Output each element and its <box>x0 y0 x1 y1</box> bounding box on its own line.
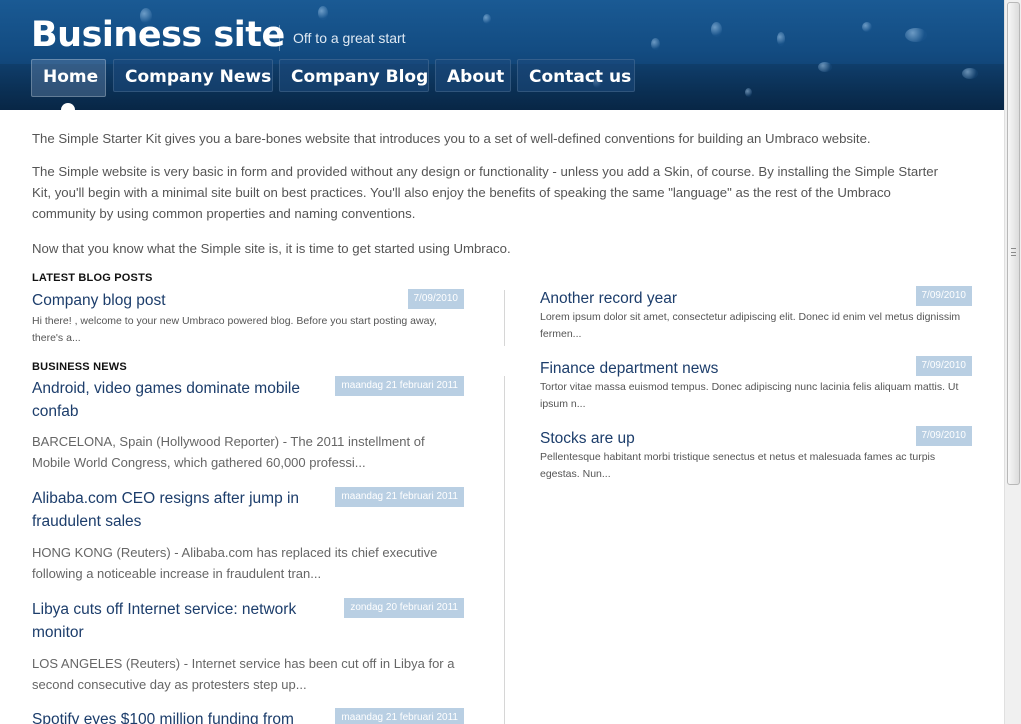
raindrop-decoration <box>862 22 872 32</box>
news-item-date-badge: zondag 20 februari 2011 <box>344 598 464 618</box>
company-news-title[interactable]: Stocks are up <box>540 427 880 450</box>
raindrop-decoration <box>905 28 927 42</box>
company-news-excerpt: Lorem ipsum dolor sit amet, consectetur … <box>540 311 961 340</box>
news-item-date-badge: maandag 21 februari 2011 <box>335 487 464 507</box>
scrollbar-thumb[interactable] <box>1007 2 1020 485</box>
nav-item-company-blog[interactable]: Company Blog <box>279 59 429 92</box>
raindrop-decoration <box>483 14 491 24</box>
browser-viewport: Business site Off to a great start Home … <box>0 0 1004 724</box>
news-item-excerpt: HONG KONG (Reuters) - Alibaba.com has re… <box>32 545 438 581</box>
site-title[interactable]: Business site <box>31 10 285 60</box>
column-divider <box>504 376 505 724</box>
company-news-excerpt: Pellentesque habitant morbi tristique se… <box>540 451 936 480</box>
active-nav-indicator <box>61 103 75 117</box>
title-divider <box>279 25 280 51</box>
news-item-title[interactable]: Libya cuts off Internet service: network… <box>32 598 322 644</box>
news-item-title[interactable]: Spotify eyes $100 million funding from <box>32 708 322 724</box>
latest-blog-heading: LATEST BLOG POSTS <box>32 272 153 284</box>
news-item-excerpt: LOS ANGELES (Reuters) - Internet service… <box>32 656 455 692</box>
raindrop-decoration <box>651 38 660 50</box>
scrollbar-grip-icon <box>1011 248 1016 256</box>
vertical-scrollbar[interactable] <box>1004 0 1021 724</box>
blog-post-title[interactable]: Company blog post <box>32 289 332 312</box>
nav-item-about[interactable]: About <box>435 59 511 92</box>
raindrop-decoration <box>318 6 328 20</box>
raindrop-decoration <box>818 62 832 72</box>
news-item-date-badge: maandag 21 februari 2011 <box>335 708 464 724</box>
intro-paragraph: The Simple website is very basic in form… <box>32 164 938 221</box>
company-news-date-badge: 7/09/2010 <box>915 286 972 306</box>
nav-item-company-news[interactable]: Company News <box>113 59 273 92</box>
news-item-excerpt: BARCELONA, Spain (Hollywood Reporter) - … <box>32 434 425 470</box>
raindrop-decoration <box>711 22 722 37</box>
company-news-title[interactable]: Finance department news <box>540 357 880 380</box>
company-news-title[interactable]: Another record year <box>540 287 880 310</box>
news-item-date-badge: maandag 21 februari 2011 <box>335 376 464 396</box>
news-item-title[interactable]: Alibaba.com CEO resigns after jump in fr… <box>32 487 312 533</box>
news-item-title[interactable]: Android, video games dominate mobile con… <box>32 377 312 423</box>
company-news-excerpt: Tortor vitae massa euismod tempus. Donec… <box>540 381 959 410</box>
blog-post-date-badge: 7/09/2010 <box>407 289 464 309</box>
company-news-date-badge: 7/09/2010 <box>915 356 972 376</box>
blog-post-excerpt: Hi there! , welcome to your new Umbraco … <box>32 315 437 344</box>
nav-item-home[interactable]: Home <box>31 59 106 97</box>
business-news-heading: BUSINESS NEWS <box>32 361 127 373</box>
raindrop-decoration <box>777 32 785 46</box>
column-divider <box>504 290 505 346</box>
company-news-date-badge: 7/09/2010 <box>915 426 972 446</box>
intro-paragraph: The Simple Starter Kit gives you a bare-… <box>32 131 871 146</box>
site-header: Business site Off to a great start Home … <box>0 0 1004 110</box>
nav-item-contact-us[interactable]: Contact us <box>517 59 635 92</box>
intro-paragraph: Now that you know what the Simple site i… <box>32 241 511 256</box>
site-tagline: Off to a great start <box>293 30 406 46</box>
raindrop-decoration <box>745 88 752 97</box>
raindrop-decoration <box>962 68 978 79</box>
